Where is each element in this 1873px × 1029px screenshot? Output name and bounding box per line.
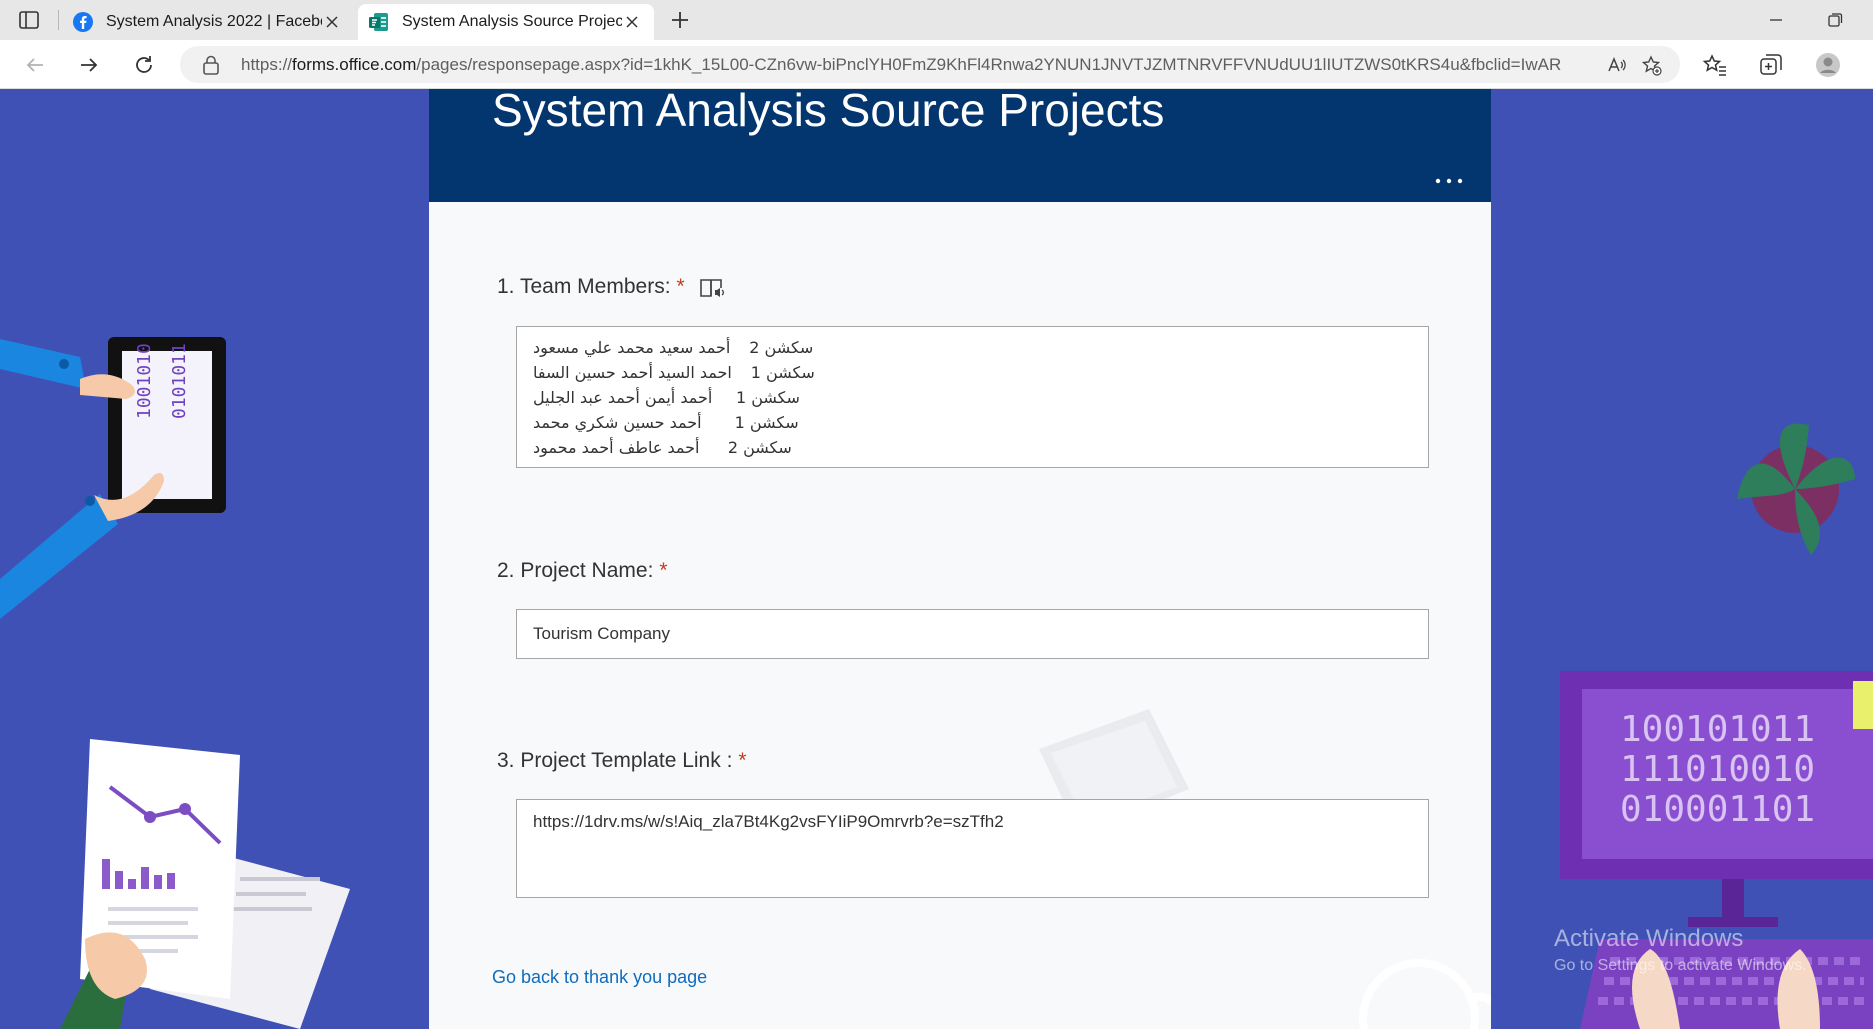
question-text: Project Name:	[520, 559, 654, 582]
svg-text:1001010: 1001010	[134, 343, 155, 419]
tab-facebook[interactable]: System Analysis 2022 | Facebook	[62, 4, 354, 40]
section-text: سكشن 2	[727, 438, 792, 457]
team-member-row: سكشن 1 احمد السيد أحمد حسين السفا	[533, 363, 815, 383]
forward-icon[interactable]	[77, 53, 101, 77]
question-3-label: 3. Project Template Link : *	[497, 749, 747, 773]
question-text: Project Template Link :	[520, 749, 733, 772]
url-prefix: https://	[241, 55, 293, 74]
member-name: احمد السيد أحمد حسين السفا	[533, 363, 732, 382]
new-tab-icon[interactable]	[668, 8, 692, 32]
documents-illustration	[60, 739, 350, 1029]
back-icon[interactable]	[23, 53, 47, 77]
question-text: Team Members:	[519, 275, 671, 298]
section-text: سكشن 1	[734, 413, 799, 432]
watermark-subtitle: Go to Settings to activate Windows.	[1554, 957, 1807, 974]
microsoft-forms-icon	[369, 13, 388, 31]
question-number: 3.	[497, 749, 515, 772]
tab-actions-icon[interactable]	[18, 9, 40, 31]
url-text[interactable]: https://forms.office.com/pages/responsep…	[241, 55, 1561, 75]
question-number: 2.	[497, 559, 515, 582]
team-member-row: سكشن 1 أحمد أيمن أحمد عبد الجليل	[533, 388, 800, 408]
binary-row: 111010010	[1620, 749, 1815, 790]
url-host: forms.office.com	[292, 55, 417, 74]
activate-windows-watermark: Activate Windows Go to Settings to activ…	[1554, 925, 1807, 975]
project-name-value: Tourism Company	[533, 624, 670, 643]
restore-icon[interactable]	[1825, 10, 1845, 30]
required-marker: *	[676, 275, 685, 298]
team-members-answer[interactable]: سكشن 2 أحمد سعيد محمد علي مسعود سكشن 1 ا…	[516, 326, 1429, 468]
watermark-title: Activate Windows	[1554, 925, 1744, 952]
favorites-icon[interactable]	[1702, 52, 1728, 78]
refresh-icon[interactable]	[132, 53, 156, 77]
url-path: /pages/responsepage.aspx?id=1khK_15L00-C…	[416, 55, 1561, 74]
tab-forms[interactable]: System Analysis Source Projects	[358, 4, 654, 40]
close-icon[interactable]	[322, 12, 342, 32]
flower-decoration	[1737, 423, 1855, 555]
url-bar[interactable]: https://forms.office.com/pages/responsep…	[180, 46, 1680, 83]
member-name: أحمد سعيد محمد علي مسعود	[533, 338, 731, 357]
tab-title: System Analysis 2022 | Facebook	[106, 13, 322, 30]
project-template-link-answer[interactable]: https://1drv.ms/w/s!Aiq_zla7Bt4Kg2vsFYIi…	[516, 799, 1429, 898]
facebook-icon	[73, 12, 93, 32]
svg-text:0101011: 0101011	[169, 343, 190, 419]
back-to-thank-you-link[interactable]: Go back to thank you page	[492, 967, 707, 988]
binary-row: 100101011	[1620, 709, 1815, 750]
required-marker: *	[659, 559, 668, 582]
more-options-icon[interactable]	[1433, 175, 1465, 187]
required-marker: *	[738, 749, 747, 772]
member-name: أحمد حسين شكري محمد	[533, 413, 702, 432]
team-member-row: سكشن 2 أحمد سعيد محمد علي مسعود	[533, 338, 813, 358]
tablet-illustration: 1001010 0101011	[0, 337, 226, 619]
minimize-icon[interactable]	[1766, 10, 1786, 30]
immersive-reader-icon[interactable]	[699, 276, 727, 300]
computer-illustration: 100101011 111010010 010001101	[1560, 671, 1873, 1029]
form-title: System Analysis Source Projects	[492, 89, 1165, 136]
address-bar-row: https://forms.office.com/pages/responsep…	[0, 40, 1873, 89]
read-aloud-icon[interactable]	[1606, 54, 1628, 76]
background-cup-shape	[1359, 959, 1491, 1029]
add-favorite-icon[interactable]	[1640, 54, 1662, 76]
member-name: أحمد أيمن أحمد عبد الجليل	[533, 388, 713, 407]
project-link-value: https://1drv.ms/w/s!Aiq_zla7Bt4Kg2vsFYIi…	[533, 812, 1004, 831]
question-2-label: 2. Project Name: *	[497, 559, 668, 583]
page-viewport: 1001010 0101011 100101011 111010010 0100	[0, 89, 1873, 1029]
tab-title: System Analysis Source Projects	[402, 13, 622, 30]
lock-icon[interactable]	[202, 55, 220, 75]
binary-row: 010001101	[1620, 789, 1815, 830]
section-text: سكشن 1	[735, 388, 800, 407]
question-1-label: 1. Team Members: *	[497, 275, 685, 299]
profile-icon[interactable]	[1815, 52, 1841, 78]
section-text: سكشن 2	[749, 338, 814, 357]
browser-tab-bar: System Analysis 2022 | Facebook System A…	[0, 0, 1873, 40]
tab-separator	[58, 10, 59, 30]
question-number: 1.	[497, 275, 515, 298]
collections-icon[interactable]	[1758, 52, 1784, 78]
team-member-row: سكشن 2 أحمد عاطف أحمد محمود	[533, 438, 792, 458]
project-name-answer[interactable]: Tourism Company	[516, 609, 1429, 659]
close-icon[interactable]	[622, 12, 642, 32]
member-name: أحمد عاطف أحمد محمود	[533, 438, 700, 457]
form-card: System Analysis Source Projects 1. Team …	[429, 89, 1491, 1029]
section-text: سكشن 1	[750, 363, 815, 382]
form-header: System Analysis Source Projects	[429, 89, 1491, 202]
team-member-row: سكشن 1 أحمد حسين شكري محمد	[533, 413, 799, 433]
